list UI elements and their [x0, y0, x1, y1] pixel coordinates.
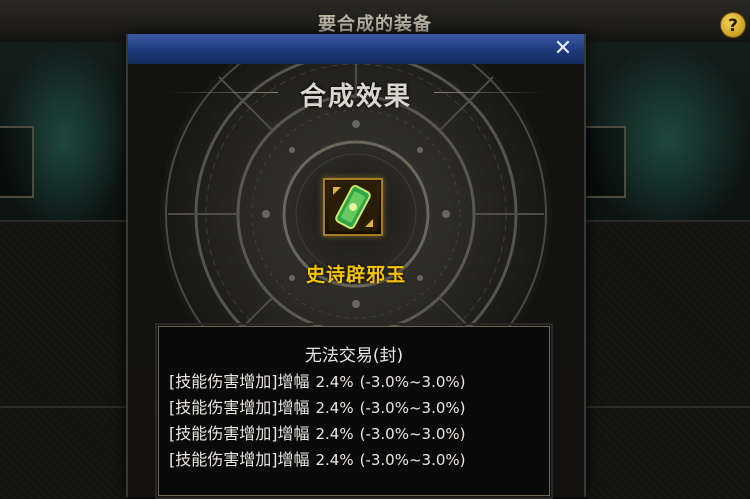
background-divider — [0, 406, 128, 408]
stat-range: (-3.0%~3.0%) — [359, 373, 466, 391]
stat-value: 2.4% — [315, 425, 354, 443]
background-window-title: 要合成的装备 — [318, 14, 432, 35]
close-icon[interactable]: ✕ — [550, 36, 576, 62]
background-slot-frame — [0, 126, 34, 198]
result-item-slot[interactable] — [323, 178, 383, 236]
stat-row: [技能伤害增加]增幅 2.4% (-3.0%~3.0%) — [169, 421, 544, 447]
stat-name: [技能伤害增加]增幅 — [169, 424, 310, 443]
stat-name: [技能伤害增加]增幅 — [169, 398, 310, 417]
dialog-titlebar[interactable]: ✕ — [128, 34, 584, 65]
stat-name: [技能伤害增加]增幅 — [169, 450, 310, 469]
background-equipment-panel-left — [0, 42, 128, 220]
stat-row: [技能伤害增加]增幅 2.4% (-3.0%~3.0%) — [169, 369, 544, 395]
item-info-panel: 无法交易(封) [技能伤害增加]增幅 2.4% (-3.0%~3.0%) [技能伤害… — [155, 323, 553, 499]
background-slot-frame — [582, 126, 626, 198]
background-lower-panel-left — [0, 220, 128, 499]
stat-row: [技能伤害增加]增幅 2.4% (-3.0%~3.0%) — [169, 447, 544, 473]
result-item-name: 史诗辟邪玉 — [305, 264, 406, 286]
background-equipment-panel-right — [582, 42, 750, 220]
background-divider — [586, 406, 750, 408]
trade-restriction-label: 无法交易(封) — [304, 346, 404, 366]
stat-range: (-3.0%~3.0%) — [359, 451, 466, 469]
stat-range: (-3.0%~3.0%) — [359, 399, 466, 417]
synthesis-result-dialog: ✕ 合成效果 史诗辟邪玉 无法交易(封) [技能伤害增加]增幅 2.4% (-3… — [126, 34, 586, 499]
stat-range: (-3.0%~3.0%) — [359, 425, 466, 443]
help-icon[interactable]: ? — [720, 12, 746, 38]
synthesis-result-title: 合成效果 — [299, 82, 412, 112]
stat-name: [技能伤害增加]增幅 — [169, 372, 310, 391]
stat-value: 2.4% — [315, 451, 354, 469]
jade-charm-icon — [329, 183, 377, 231]
stat-value: 2.4% — [315, 373, 354, 391]
background-lower-panel-right — [586, 220, 750, 499]
stat-row: [技能伤害增加]增幅 2.4% (-3.0%~3.0%) — [169, 395, 544, 421]
stat-list: [技能伤害增加]增幅 2.4% (-3.0%~3.0%) [技能伤害增加]增幅 2.4… — [169, 369, 544, 473]
stat-value: 2.4% — [315, 399, 354, 417]
